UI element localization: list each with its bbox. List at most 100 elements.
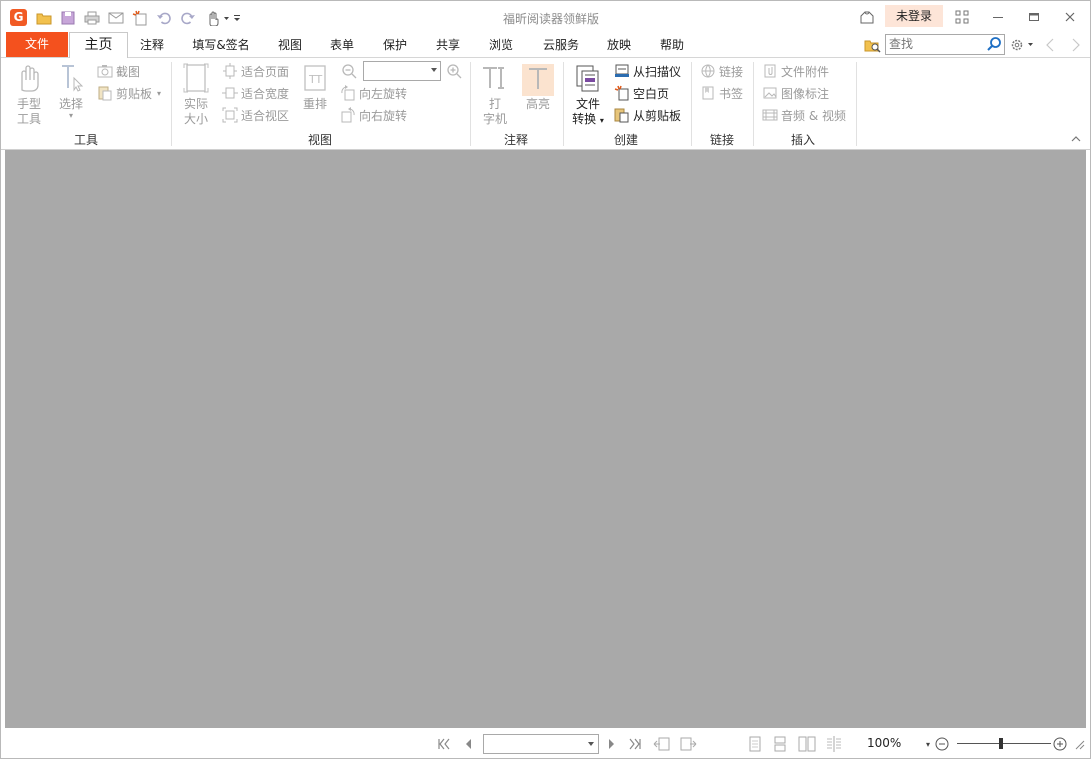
audio-video-button[interactable]: 音频 & 视频	[762, 106, 846, 124]
title-bar: G 福昕阅读器领鲜版 未登录	[1, 1, 1090, 32]
tab-share[interactable]: 共享	[427, 32, 469, 57]
globe-link-icon	[701, 64, 715, 78]
skin-icon[interactable]	[857, 7, 877, 27]
email-icon[interactable]	[107, 9, 125, 27]
fit-visible-button[interactable]: 适合视区	[222, 106, 289, 124]
tab-comment[interactable]: 注释	[131, 32, 173, 57]
file-convert-label-1: 文件	[575, 97, 600, 111]
search-icon[interactable]	[986, 36, 1002, 52]
continuous-facing-icon[interactable]	[823, 735, 845, 753]
chevron-down-icon	[431, 68, 437, 72]
clipboard-button[interactable]: 剪贴板 ▾	[97, 84, 161, 102]
next-view-icon[interactable]	[677, 735, 699, 753]
tab-browse[interactable]: 浏览	[480, 32, 522, 57]
typewriter-button[interactable]: 打 字机	[478, 62, 512, 127]
tab-protect[interactable]: 保护	[374, 32, 416, 57]
tab-form[interactable]: 表单	[321, 32, 363, 57]
from-scanner-button[interactable]: 从扫描仪	[614, 62, 681, 80]
zoom-percentage[interactable]: 100%	[867, 736, 901, 750]
layout-grid-icon[interactable]	[952, 7, 972, 27]
select-dropdown-icon[interactable]: ▾	[53, 112, 89, 120]
previous-view-icon[interactable]	[651, 735, 673, 753]
zoom-out-icon[interactable]	[340, 62, 358, 80]
zoom-dropdown-icon[interactable]: ▾	[921, 735, 935, 753]
from-clipboard-button[interactable]: 从剪贴板	[614, 106, 681, 124]
app-logo-icon[interactable]: G	[10, 9, 27, 26]
clipboard-dropdown-icon[interactable]: ▾	[157, 89, 161, 98]
group-label-tools: 工具	[73, 133, 98, 147]
login-button[interactable]: 未登录	[885, 5, 943, 27]
group-label-view: 视图	[307, 133, 332, 147]
ribbon-tabs: 文件 主页 注释 填写&签名 视图 表单 保护 共享 浏览 云服务 放映 帮助	[1, 32, 1090, 59]
tab-fill-sign[interactable]: 填写&签名	[185, 32, 257, 57]
customize-quick-access-icon[interactable]	[232, 9, 242, 27]
rotate-left-button[interactable]: 向左旋转	[340, 84, 407, 102]
zoom-slider-track[interactable]	[957, 743, 1051, 744]
restore-icon[interactable]	[1023, 7, 1045, 27]
file-convert-dropdown-icon[interactable]: ▾	[600, 116, 604, 125]
hand-tool-button[interactable]: 手型 工具	[11, 62, 47, 127]
redo-icon[interactable]	[179, 9, 197, 27]
blank-page-button[interactable]: 空白页	[614, 84, 669, 102]
tab-slideshow[interactable]: 放映	[598, 32, 640, 57]
link-button[interactable]: 链接	[700, 62, 743, 80]
zoom-slider-thumb[interactable]	[999, 738, 1003, 749]
bookmark-button[interactable]: 书签	[700, 84, 743, 102]
previous-page-icon[interactable]	[459, 735, 477, 753]
hand-tool-dropdown-icon[interactable]	[204, 9, 232, 27]
zoom-in-circle-icon[interactable]	[1052, 735, 1068, 753]
resize-grip-icon[interactable]	[1071, 735, 1087, 753]
minimize-icon[interactable]	[987, 7, 1009, 27]
nav-forward-icon[interactable]	[1067, 36, 1085, 54]
reflow-button[interactable]: TT 重排	[299, 62, 331, 112]
fit-page-button[interactable]: 适合页面	[222, 62, 289, 80]
page-number-combo[interactable]	[483, 734, 599, 754]
print-icon[interactable]	[83, 9, 101, 27]
zoom-in-icon[interactable]	[445, 62, 463, 80]
fit-width-button[interactable]: 适合宽度	[222, 84, 289, 102]
zoom-out-circle-icon[interactable]	[934, 735, 950, 753]
collapse-ribbon-icon[interactable]	[1067, 130, 1085, 148]
highlight-button[interactable]: 高亮	[520, 62, 556, 112]
nav-back-icon[interactable]	[1041, 36, 1059, 54]
tab-file[interactable]: 文件	[6, 32, 68, 57]
single-page-icon[interactable]	[745, 735, 765, 753]
reflow-icon: TT	[304, 65, 326, 91]
close-icon[interactable]	[1059, 7, 1081, 27]
image-annotation-button[interactable]: 图像标注	[762, 84, 829, 102]
search-input[interactable]	[886, 35, 988, 52]
chevron-down-icon	[588, 742, 594, 746]
tab-cloud-services[interactable]: 云服务	[537, 32, 585, 57]
snapshot-button[interactable]: 截图	[97, 62, 140, 80]
folder-search-icon[interactable]	[863, 36, 881, 54]
save-icon[interactable]	[59, 9, 77, 27]
document-area[interactable]	[5, 150, 1086, 728]
attachment-icon	[764, 64, 776, 78]
zoom-level-combo[interactable]	[363, 61, 441, 81]
tab-help[interactable]: 帮助	[651, 32, 693, 57]
continuous-page-icon[interactable]	[770, 735, 790, 753]
open-folder-icon[interactable]	[35, 9, 53, 27]
file-attachment-button[interactable]: 文件附件	[762, 62, 829, 80]
settings-gear-icon[interactable]	[1009, 36, 1035, 54]
file-convert-button[interactable]: 文件 转换 ▾	[569, 62, 607, 128]
clipboard-label: 剪贴板	[116, 86, 153, 101]
tab-view[interactable]: 视图	[269, 32, 311, 57]
rotate-right-button[interactable]: 向右旋转	[340, 106, 407, 124]
fit-width-label: 适合宽度	[241, 86, 290, 101]
new-document-icon[interactable]	[131, 9, 149, 27]
last-page-icon[interactable]	[625, 735, 645, 753]
fit-page-label: 适合页面	[241, 64, 290, 79]
tab-home[interactable]: 主页	[69, 32, 128, 59]
undo-icon[interactable]	[155, 9, 173, 27]
clipboard-icon	[98, 86, 112, 101]
from-scanner-label: 从扫描仪	[633, 64, 682, 79]
image-icon	[763, 87, 777, 99]
next-page-icon[interactable]	[603, 735, 621, 753]
actual-size-button[interactable]: 实际 大小	[179, 62, 213, 127]
select-tool-button[interactable]: 选择 ▾	[53, 62, 89, 120]
first-page-icon[interactable]	[434, 735, 454, 753]
ribbon-separator	[563, 62, 564, 146]
facing-page-icon[interactable]	[796, 735, 818, 753]
typewriter-icon	[483, 67, 504, 89]
